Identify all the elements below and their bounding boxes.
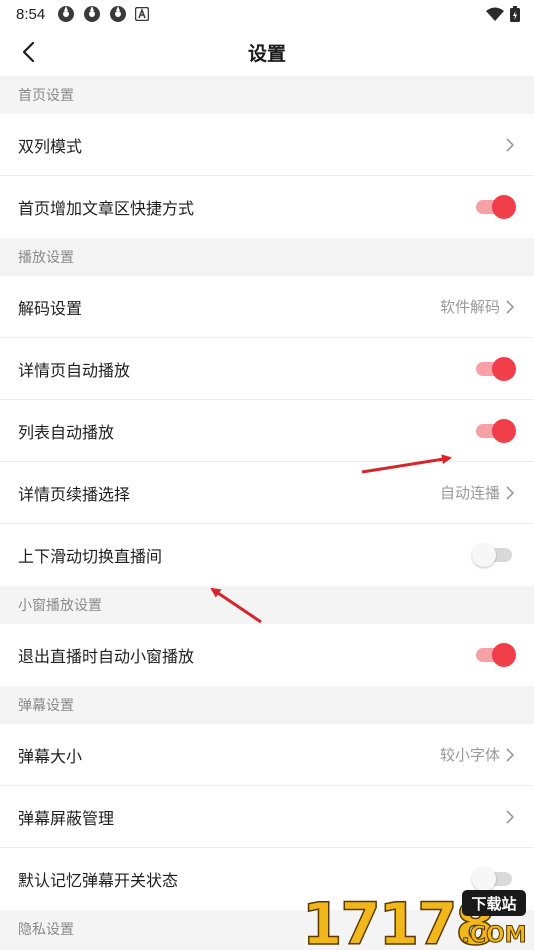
chevron-right-icon [506,747,516,763]
toggle-detail-autoplay[interactable] [474,356,516,381]
section-header-mini: 小窗播放设置 [0,586,534,624]
watermark-badge: 下载站 [471,895,516,913]
chevron-right-icon [506,137,516,153]
watermark-domain: .COM [461,923,526,948]
chevron-right-icon [506,299,516,315]
setting-continue-play[interactable]: 详情页续播选择 自动连播 [0,462,534,524]
section-header-danmaku: 弹幕设置 [0,686,534,724]
back-button[interactable] [14,38,42,66]
status-bar: 8:54 [0,0,534,28]
setting-list-autoplay: 列表自动播放 [0,400,534,462]
toggle-swipe-switch[interactable] [472,543,514,567]
status-time: 8:54 [16,5,46,23]
section-header-playback: 播放设置 [0,238,534,276]
app-notification-icon [110,6,127,22]
toggle-list-autoplay[interactable] [474,418,516,443]
toggle-exit-mini[interactable] [474,643,516,667]
setting-label: 解码设置 [18,298,83,318]
setting-label: 上下滑动切换直播间 [18,547,163,566]
chevron-right-icon [506,809,516,825]
setting-label: 弹幕大小 [18,746,83,766]
setting-danmaku-size[interactable]: 弹幕大小 较小字体 [0,724,534,786]
setting-label: 详情页续播选择 [18,484,131,504]
back-arrow-icon [22,41,35,63]
top-bar: 设置 [0,28,534,76]
setting-label: 详情页自动播放 [18,360,131,380]
setting-exit-mini: 退出直播时自动小窗播放 [0,624,534,686]
setting-label: 弹幕屏蔽管理 [18,808,115,828]
setting-value: 软件解码 [439,298,500,316]
setting-label: 退出直播时自动小窗播放 [18,647,195,666]
setting-label: 双列模式 [18,136,83,156]
setting-decode[interactable]: 解码设置 软件解码 [0,276,534,338]
setting-danmaku-block[interactable]: 弹幕屏蔽管理 [0,786,534,848]
wifi-icon [486,7,504,21]
status-right [486,6,520,22]
app-notification-icon [84,6,101,22]
setting-detail-autoplay: 详情页自动播放 [0,338,534,400]
page-title: 设置 [247,42,286,65]
setting-home-shortcut: 首页增加文章区快捷方式 [0,176,534,238]
app-notification-icon [58,6,75,22]
setting-swipe-switch: 上下滑动切换直播间 [0,524,534,586]
setting-double-column[interactable]: 双列模式 [0,114,534,176]
chevron-right-icon [506,485,516,501]
toggle-home-shortcut[interactable] [474,195,516,219]
section-header-home: 首页设置 [0,76,534,114]
site-watermark-logo: 17178 下载站 .COM [301,889,527,948]
setting-label: 首页增加文章区快捷方式 [18,199,195,218]
battery-icon [510,6,520,22]
notification-icons [57,5,150,23]
a-letter-icon [135,7,150,21]
setting-value: 较小字体 [439,746,500,764]
setting-label: 列表自动播放 [18,422,115,442]
setting-value: 自动连播 [439,484,500,502]
